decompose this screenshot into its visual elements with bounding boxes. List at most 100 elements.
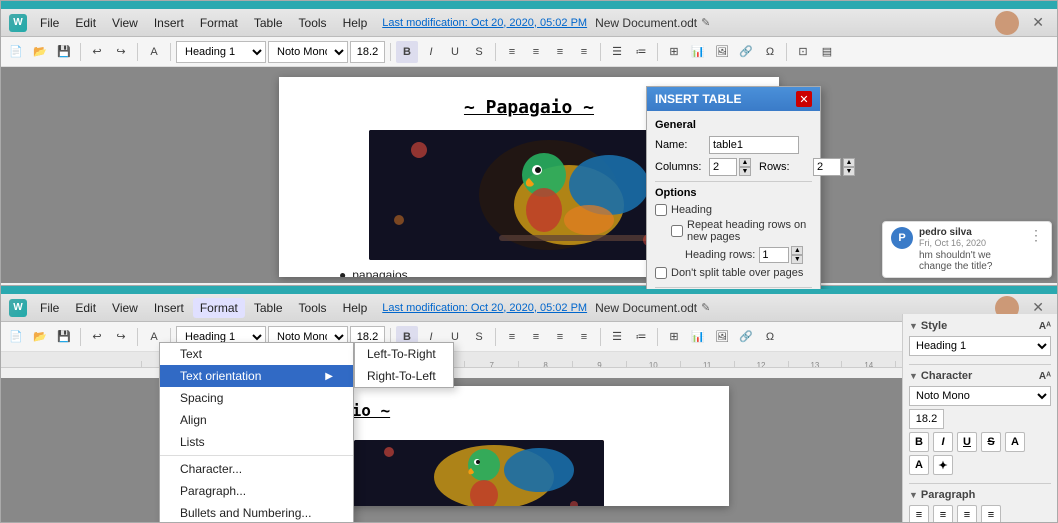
repeat-heading-checkbox[interactable] <box>671 225 683 237</box>
para-align-center[interactable]: ≡ <box>933 505 953 523</box>
link-btn-b[interactable]: 🔗 <box>735 326 757 348</box>
menu-tools-bottom[interactable]: Tools <box>292 298 334 318</box>
para-align-right[interactable]: ≡ <box>957 505 977 523</box>
bold-btn-top[interactable]: B <box>396 41 418 63</box>
user-avatar-top[interactable] <box>995 11 1019 35</box>
menu-tools-top[interactable]: Tools <box>292 13 334 33</box>
rows-up-btn[interactable]: ▲ <box>843 158 855 167</box>
sidebar-btn[interactable]: ▤ <box>816 41 838 63</box>
font-size-top[interactable] <box>350 41 385 63</box>
bold-btn-panel[interactable]: B <box>909 432 929 452</box>
spell-btn[interactable]: A <box>143 41 165 63</box>
last-modification-bottom[interactable]: Last modification: Oct 20, 2020, 05:02 P… <box>382 302 587 314</box>
format-lists-item[interactable]: Lists <box>160 431 353 453</box>
chart-btn-b[interactable]: 📊 <box>687 326 709 348</box>
last-modification-top[interactable]: Last modification: Oct 20, 2020, 05:02 P… <box>382 17 587 29</box>
menu-insert-top[interactable]: Insert <box>147 13 191 33</box>
comment-menu-btn[interactable]: ⋮ <box>1029 227 1043 244</box>
align-right-btn-b[interactable]: ≡ <box>549 326 571 348</box>
redo-btn-b[interactable]: ↪ <box>110 326 132 348</box>
edit-filename-icon-bottom[interactable]: ✎ <box>701 301 710 314</box>
char-section-header[interactable]: ▼ Character Aᴬ <box>909 370 1051 382</box>
strike-btn-bottom[interactable]: S <box>468 326 490 348</box>
format-paragraph-item[interactable]: Paragraph... <box>160 480 353 502</box>
new-btn[interactable]: 📄 <box>5 41 27 63</box>
rows-input[interactable] <box>813 158 841 176</box>
format-character-item[interactable]: Character... <box>160 458 353 480</box>
save-btn[interactable]: 💾 <box>53 41 75 63</box>
link-btn[interactable]: 🔗 <box>735 41 757 63</box>
new-btn-b[interactable]: 📄 <box>5 326 27 348</box>
menu-format-bottom[interactable]: Format <box>193 298 245 318</box>
save-btn-b[interactable]: 💾 <box>53 326 75 348</box>
menu-edit-bottom[interactable]: Edit <box>68 298 103 318</box>
columns-down-btn[interactable]: ▼ <box>739 167 751 176</box>
heading-rows-down-btn[interactable]: ▼ <box>791 255 803 264</box>
heading-rows-up-btn[interactable]: ▲ <box>791 246 803 255</box>
chart-btn[interactable]: 📊 <box>687 41 709 63</box>
italic-btn-top[interactable]: I <box>420 41 442 63</box>
menu-insert-bottom[interactable]: Insert <box>147 298 191 318</box>
list-btn[interactable]: ☰ <box>606 41 628 63</box>
format-bullets-item[interactable]: Bullets and Numbering... <box>160 502 353 523</box>
strike-btn-panel[interactable]: S <box>981 432 1001 452</box>
close-button-top[interactable]: ✕ <box>1027 12 1049 33</box>
menu-view-bottom[interactable]: View <box>105 298 145 318</box>
align-right-btn[interactable]: ≡ <box>549 41 571 63</box>
font-dropdown[interactable]: Noto Mono <box>909 386 1051 406</box>
name-input[interactable] <box>709 136 799 154</box>
strike-btn-top[interactable]: S <box>468 41 490 63</box>
format-spacing-item[interactable]: Spacing <box>160 387 353 409</box>
list-btn-b[interactable]: ☰ <box>606 326 628 348</box>
menu-help-top[interactable]: Help <box>336 13 375 33</box>
special-char-btn-b[interactable]: Ω <box>759 326 781 348</box>
table-btn[interactable]: ⊞ <box>663 41 685 63</box>
menu-view-top[interactable]: View <box>105 13 145 33</box>
submenu-ltr[interactable]: Left-To-Right <box>355 343 453 365</box>
edit-filename-icon-top[interactable]: ✎ <box>701 16 710 29</box>
dialog-close-btn[interactable]: ✕ <box>796 91 812 107</box>
rows-down-btn[interactable]: ▼ <box>843 167 855 176</box>
menu-edit-top[interactable]: Edit <box>68 13 103 33</box>
align-justify-btn[interactable]: ≡ <box>573 41 595 63</box>
image-btn-b[interactable]: 🖼 <box>711 326 733 348</box>
underline-btn-panel[interactable]: U <box>957 432 977 452</box>
numlist-btn[interactable]: ≔ <box>630 41 652 63</box>
style-select-top[interactable]: Heading 1 <box>176 41 266 63</box>
para-section-header[interactable]: ▼ Paragraph <box>909 489 1051 501</box>
undo-btn[interactable]: ↩ <box>86 41 108 63</box>
align-left-btn[interactable]: ≡ <box>501 41 523 63</box>
font-color-btn[interactable]: A <box>909 455 929 475</box>
redo-btn[interactable]: ↪ <box>110 41 132 63</box>
special-char-btn[interactable]: Ω <box>759 41 781 63</box>
para-align-justify[interactable]: ≡ <box>981 505 1001 523</box>
align-center-btn[interactable]: ≡ <box>525 41 547 63</box>
italic-btn-panel[interactable]: I <box>933 432 953 452</box>
style-dropdown[interactable]: Heading 1 <box>909 336 1051 356</box>
heading-rows-input[interactable] <box>759 247 789 263</box>
view-mode-btn[interactable]: ⊡ <box>792 41 814 63</box>
menu-file-top[interactable]: File <box>33 13 66 33</box>
menu-format-top[interactable]: Format <box>193 13 245 33</box>
menu-help-bottom[interactable]: Help <box>336 298 375 318</box>
table-btn-b[interactable]: ⊞ <box>663 326 685 348</box>
font-size-panel[interactable] <box>909 409 944 429</box>
style-section-header[interactable]: ▼ Style Aᴬ <box>909 320 1051 332</box>
columns-up-btn[interactable]: ▲ <box>739 158 751 167</box>
format-align-item[interactable]: Align <box>160 409 353 431</box>
align-left-btn-b[interactable]: ≡ <box>501 326 523 348</box>
open-btn[interactable]: 📂 <box>29 41 51 63</box>
format-text-orientation-item[interactable]: Text orientation ▶ <box>160 365 353 387</box>
highlight-btn[interactable]: ✦ <box>933 455 953 475</box>
menu-file-bottom[interactable]: File <box>33 298 66 318</box>
image-btn[interactable]: 🖼 <box>711 41 733 63</box>
font-select-top[interactable]: Noto Mono <box>268 41 348 63</box>
align-justify-btn-b[interactable]: ≡ <box>573 326 595 348</box>
format-text-item[interactable]: Text <box>160 343 353 365</box>
columns-input[interactable] <box>709 158 737 176</box>
submenu-rtl[interactable]: Right-To-Left <box>355 365 453 387</box>
open-btn-b[interactable]: 📂 <box>29 326 51 348</box>
undo-btn-b[interactable]: ↩ <box>86 326 108 348</box>
shadow-btn-panel[interactable]: A <box>1005 432 1025 452</box>
numlist-btn-b[interactable]: ≔ <box>630 326 652 348</box>
